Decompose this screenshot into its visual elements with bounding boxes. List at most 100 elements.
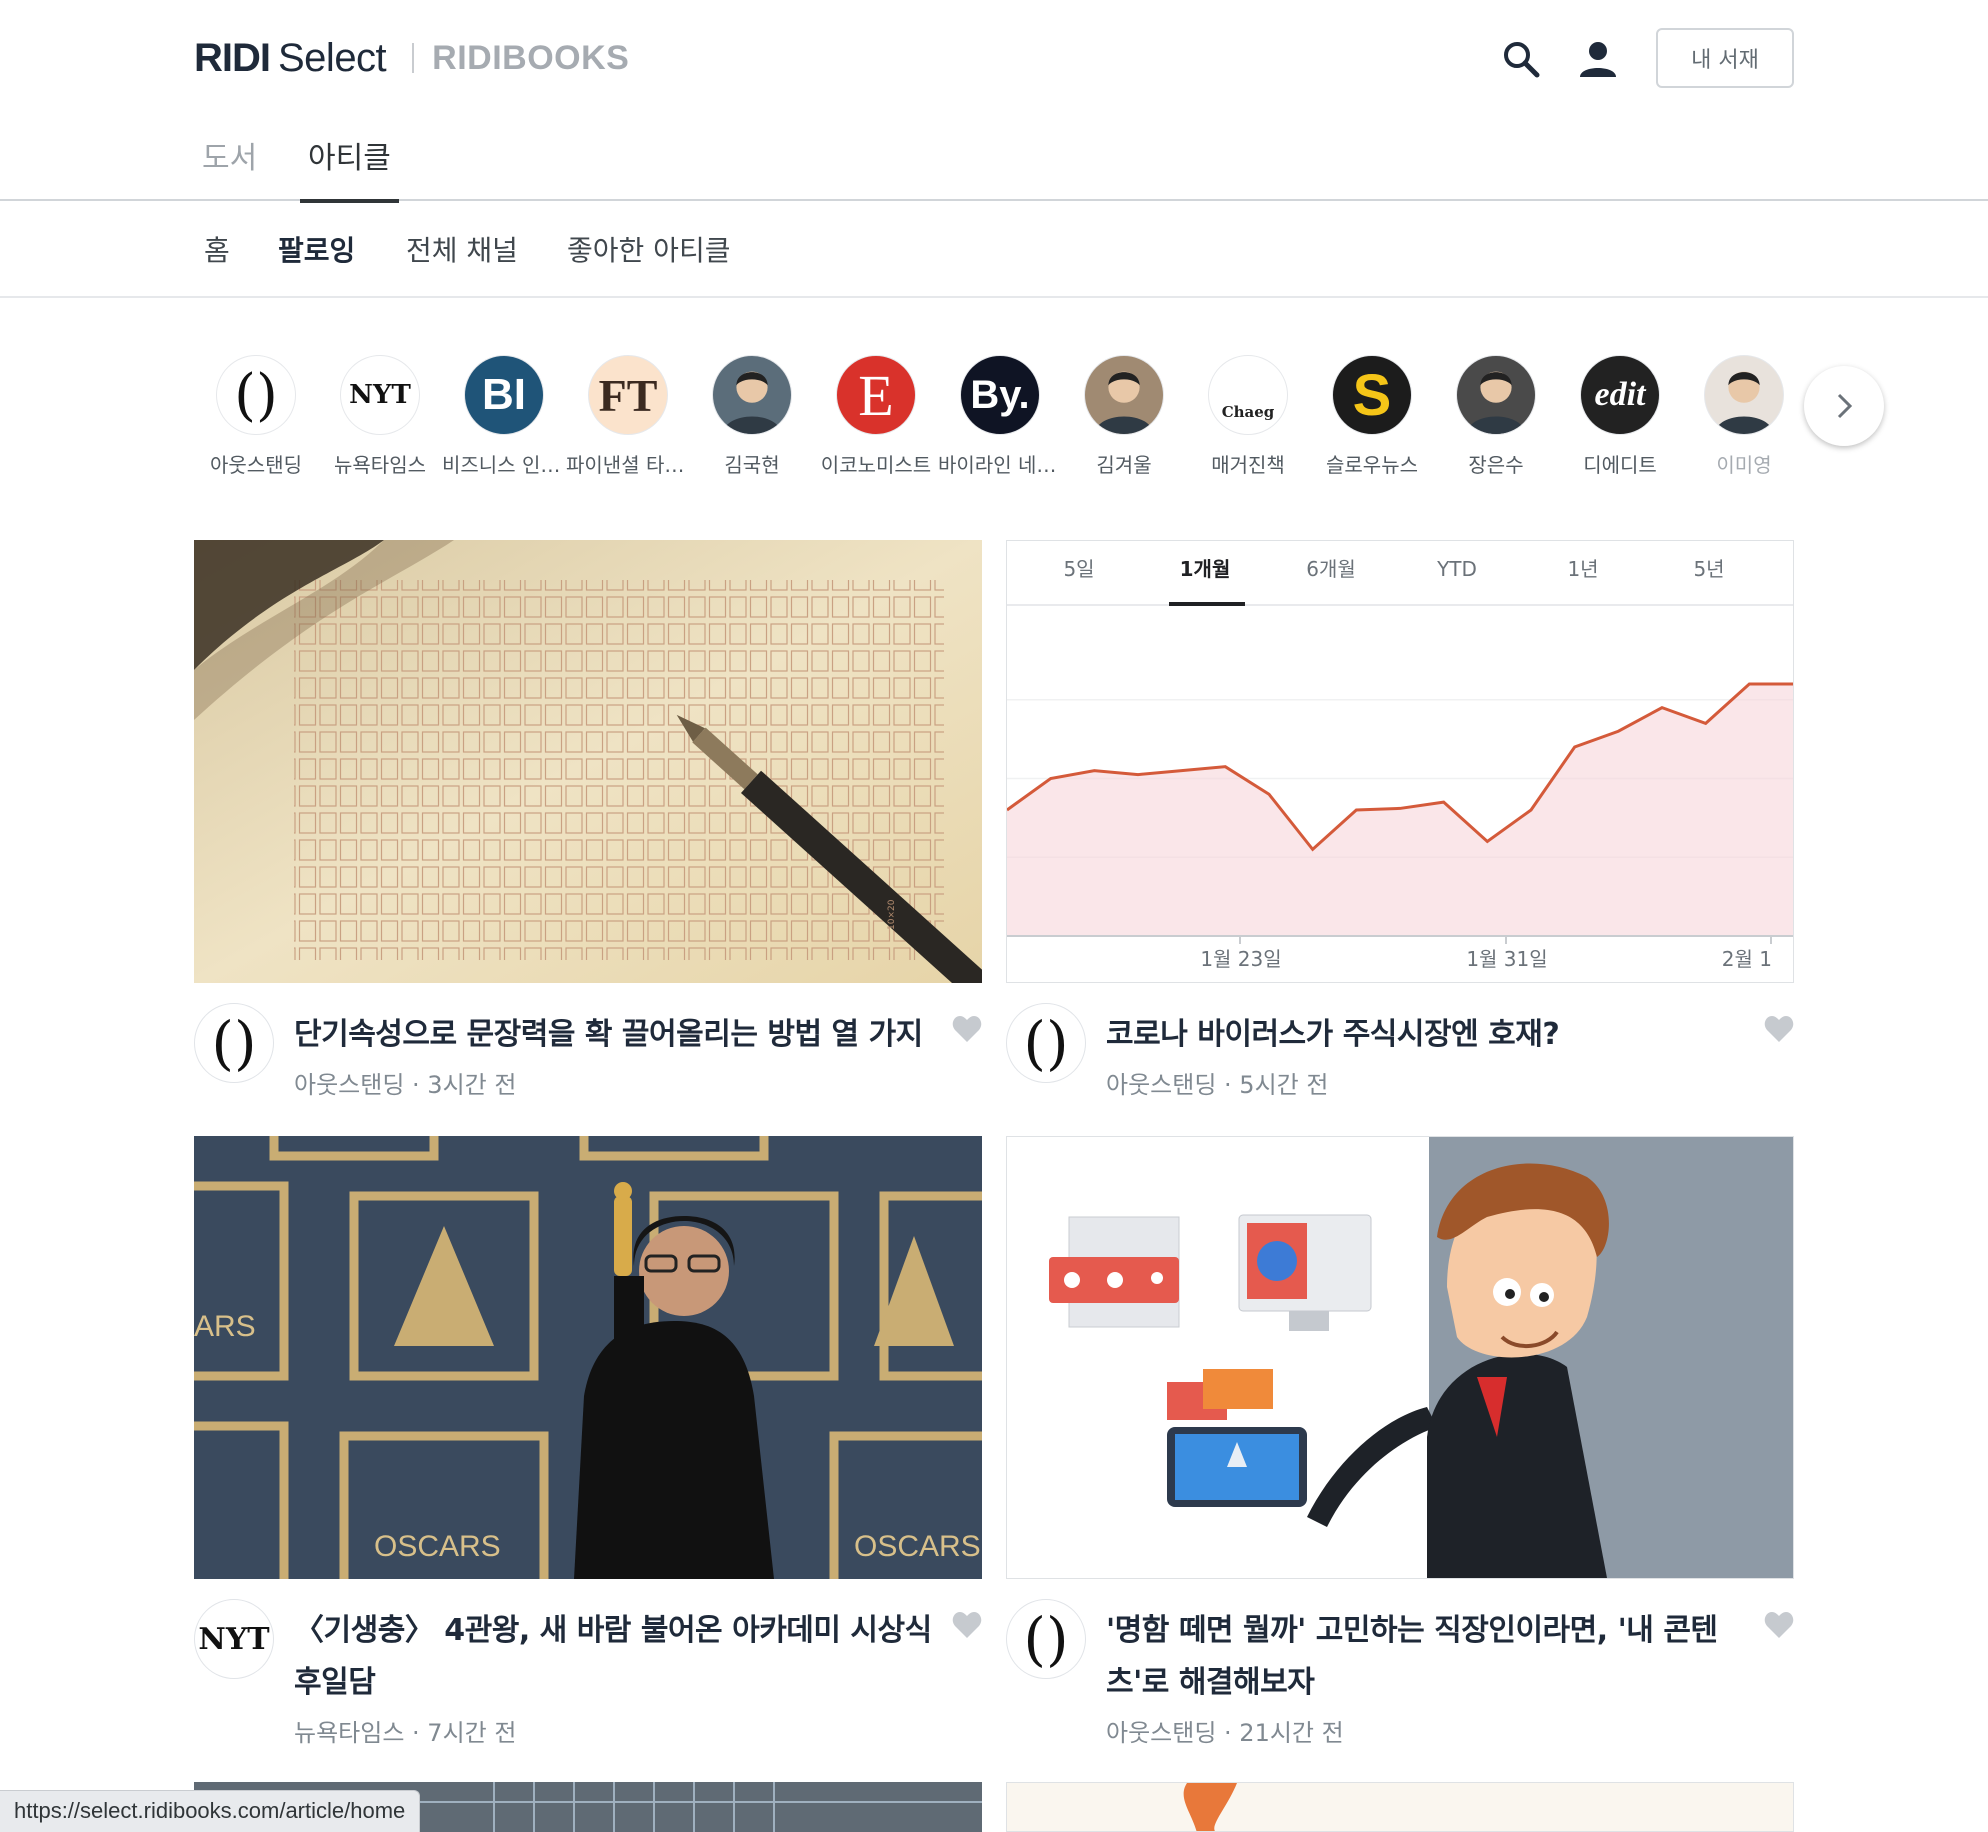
meta-separator: · bbox=[404, 1719, 428, 1747]
meta-separator: · bbox=[404, 1071, 428, 1099]
channel-item[interactable]: Chaeg 매거진책 bbox=[1186, 352, 1310, 478]
logo-select: Select bbox=[278, 35, 387, 80]
article-thumbnail-content-illustration[interactable] bbox=[1006, 1136, 1794, 1579]
article-card[interactable]: 5일 1개월 6개월 YTD 1년 5년 1월 23일 1월 31일 2월 1 () 코로나 바… bbox=[1006, 540, 1794, 1113]
article-time: 3시간 전 bbox=[427, 1071, 517, 1099]
article-thumbnail-manuscript[interactable]: 10×20 bbox=[194, 540, 982, 983]
channel-avatar bbox=[1084, 355, 1164, 435]
chart-x-tick-label: 2월 1 bbox=[1722, 947, 1772, 971]
chart-range-tab[interactable]: 5년 bbox=[1693, 557, 1724, 581]
chart-range-tab[interactable]: YTD bbox=[1436, 557, 1477, 581]
chevron-right-icon[interactable] bbox=[1804, 366, 1884, 446]
channel-avatar bbox=[712, 355, 792, 435]
channel-logo: BI bbox=[482, 370, 526, 419]
channel-name: 매거진책 bbox=[1211, 453, 1285, 477]
article-source[interactable]: 뉴욕타임스 bbox=[294, 1719, 404, 1747]
article-card[interactable]: () '명함 떼면 뭘까' 고민하는 직장인이라면, '내 콘텐츠'로 해결해보… bbox=[1006, 1136, 1794, 1747]
followed-channels-list: () 아웃스탠딩 NYT 뉴욕타임스 BI 비즈니스 인사이더 FT 파이낸셜 타임스 김국현 E… bbox=[194, 352, 1784, 482]
article-meta: 아웃스탠딩 · 3시간 전 bbox=[294, 1065, 516, 1100]
outstanding-logo: () bbox=[1023, 1009, 1069, 1077]
channel-item[interactable]: FT 파이낸셜 타임스 bbox=[566, 352, 690, 478]
channel-avatar-outstanding[interactable]: () bbox=[1006, 1599, 1086, 1679]
subnav-home[interactable]: 홈 bbox=[204, 229, 230, 269]
grid-mark: 10×20 bbox=[887, 899, 897, 930]
channel-name: 김겨울 bbox=[1096, 453, 1152, 477]
article-thumbnail-partial[interactable] bbox=[1006, 1782, 1794, 1832]
channel-name: 아웃스탠딩 bbox=[210, 453, 302, 477]
channel-avatar bbox=[1456, 355, 1536, 435]
article-card[interactable]: ARS OSCARS OSCARS NYT 〈기생충〉 4관왕, 새 바람 불어… bbox=[194, 1136, 982, 1747]
outstanding-logo: () bbox=[211, 1009, 257, 1077]
channel-avatar-outstanding[interactable]: () bbox=[194, 1003, 274, 1083]
channel-item[interactable]: NYT 뉴욕타임스 bbox=[318, 352, 442, 478]
channel-logo: By. bbox=[970, 372, 1030, 417]
oscar-wall-text: OSCARS bbox=[374, 1530, 501, 1563]
subnav-liked-articles[interactable]: 좋아한 아티클 bbox=[567, 229, 730, 269]
channel-name: 김국현 bbox=[724, 453, 780, 477]
article-card[interactable]: 10×20 () 단기속성으로 문장력을 확 끌어올리는 방법 열 가지 아웃스… bbox=[194, 540, 982, 1113]
my-library-button[interactable]: 내 서재 bbox=[1656, 28, 1794, 88]
article-title[interactable]: 코로나 바이러스가 주식시장엔 호재? bbox=[1106, 1009, 1746, 1061]
channel-item[interactable]: BI 비즈니스 인사이더 bbox=[442, 352, 566, 478]
channel-item[interactable]: 김겨울 bbox=[1062, 352, 1186, 478]
oscar-wall-text: OSCARS bbox=[854, 1530, 981, 1563]
heart-icon[interactable] bbox=[1764, 1611, 1794, 1639]
chart-range-tab[interactable]: 1년 bbox=[1567, 557, 1598, 581]
channel-item[interactable]: E 이코노미스트 bbox=[814, 352, 938, 478]
logo-divider bbox=[412, 43, 415, 73]
chart-active-range-indicator bbox=[1169, 602, 1245, 606]
channel-name: 파이낸셜 타임스 bbox=[566, 453, 690, 477]
ridibooks-link[interactable]: RIDIBOOKS bbox=[432, 39, 629, 78]
ridi-select-logo[interactable]: RIDI Select RIDIBOOKS bbox=[194, 34, 629, 82]
channel-item[interactable]: 이미영 bbox=[1682, 352, 1784, 478]
chart-range-tab[interactable]: 5일 bbox=[1063, 557, 1094, 581]
heart-icon[interactable] bbox=[1764, 1015, 1794, 1043]
article-thumbnail-oscars[interactable]: ARS OSCARS OSCARS bbox=[194, 1136, 982, 1579]
article-time: 5시간 전 bbox=[1239, 1071, 1329, 1099]
channel-item[interactable]: S 슬로우뉴스 bbox=[1310, 352, 1434, 478]
channel-item[interactable]: 장은수 bbox=[1434, 352, 1558, 478]
subnav-all-channels[interactable]: 전체 채널 bbox=[406, 229, 518, 269]
article-title[interactable]: 단기속성으로 문장력을 확 끌어올리는 방법 열 가지 bbox=[294, 1009, 934, 1061]
channel-avatar: edit bbox=[1580, 355, 1660, 435]
channel-avatar: () bbox=[216, 355, 296, 435]
channel-item[interactable]: 김국현 bbox=[690, 352, 814, 478]
article-time: 21시간 전 bbox=[1239, 1719, 1344, 1747]
article-source[interactable]: 아웃스탠딩 bbox=[1106, 1071, 1216, 1099]
channel-logo: E bbox=[858, 362, 894, 428]
channel-avatar: S bbox=[1332, 355, 1412, 435]
article-title[interactable]: 〈기생충〉 4관왕, 새 바람 불어온 아카데미 시상식 후일담 bbox=[294, 1605, 934, 1709]
logo-ridi: RIDI bbox=[194, 35, 271, 80]
chart-x-tick-label: 1월 23일 bbox=[1200, 947, 1281, 971]
global-header: RIDI Select RIDIBOOKS 내 서재 bbox=[0, 0, 1988, 115]
heart-icon[interactable] bbox=[952, 1015, 982, 1043]
tab-books[interactable]: 도서 bbox=[194, 133, 265, 201]
channel-avatar-nyt[interactable]: NYT bbox=[194, 1599, 274, 1679]
channel-logo: NYT bbox=[349, 380, 411, 410]
channel-logo: () bbox=[234, 362, 278, 428]
article-source[interactable]: 아웃스탠딩 bbox=[1106, 1719, 1216, 1747]
article-thumbnail-stock-chart[interactable]: 5일 1개월 6개월 YTD 1년 5년 1월 23일 1월 31일 2월 1 bbox=[1006, 540, 1794, 983]
channel-item[interactable]: edit 디에디트 bbox=[1558, 352, 1682, 478]
search-icon[interactable] bbox=[1496, 34, 1546, 84]
channel-item[interactable]: () 아웃스탠딩 bbox=[194, 352, 318, 478]
article-source[interactable]: 아웃스탠딩 bbox=[294, 1071, 404, 1099]
user-icon[interactable] bbox=[1573, 34, 1623, 84]
channel-item[interactable]: By. 바이라인 네트워크 bbox=[938, 352, 1062, 478]
channel-avatar: BI bbox=[464, 355, 544, 435]
heart-icon[interactable] bbox=[952, 1611, 982, 1639]
nyt-logo: NYT bbox=[198, 1621, 270, 1657]
article-title[interactable]: '명함 떼면 뭘까' 고민하는 직장인이라면, '내 콘텐츠'로 해결해보자 bbox=[1106, 1605, 1746, 1709]
tab-articles[interactable]: 아티클 bbox=[300, 133, 399, 203]
outstanding-logo: () bbox=[1023, 1605, 1069, 1673]
subnav-following[interactable]: 팔로잉 bbox=[278, 229, 355, 269]
chart-range-tab[interactable]: 1개월 bbox=[1180, 557, 1231, 581]
channel-avatar bbox=[1704, 355, 1784, 435]
channel-avatar-outstanding[interactable]: () bbox=[1006, 1003, 1086, 1083]
chart-range-tab[interactable]: 6개월 bbox=[1306, 557, 1356, 581]
channel-name: 장은수 bbox=[1468, 453, 1524, 477]
article-sub-nav: 홈 팔로잉 전체 채널 좋아한 아티클 bbox=[0, 201, 1988, 298]
channel-avatar: By. bbox=[960, 355, 1040, 435]
channel-logo: Chaeg bbox=[1221, 403, 1275, 421]
channel-avatar: FT bbox=[588, 355, 668, 435]
